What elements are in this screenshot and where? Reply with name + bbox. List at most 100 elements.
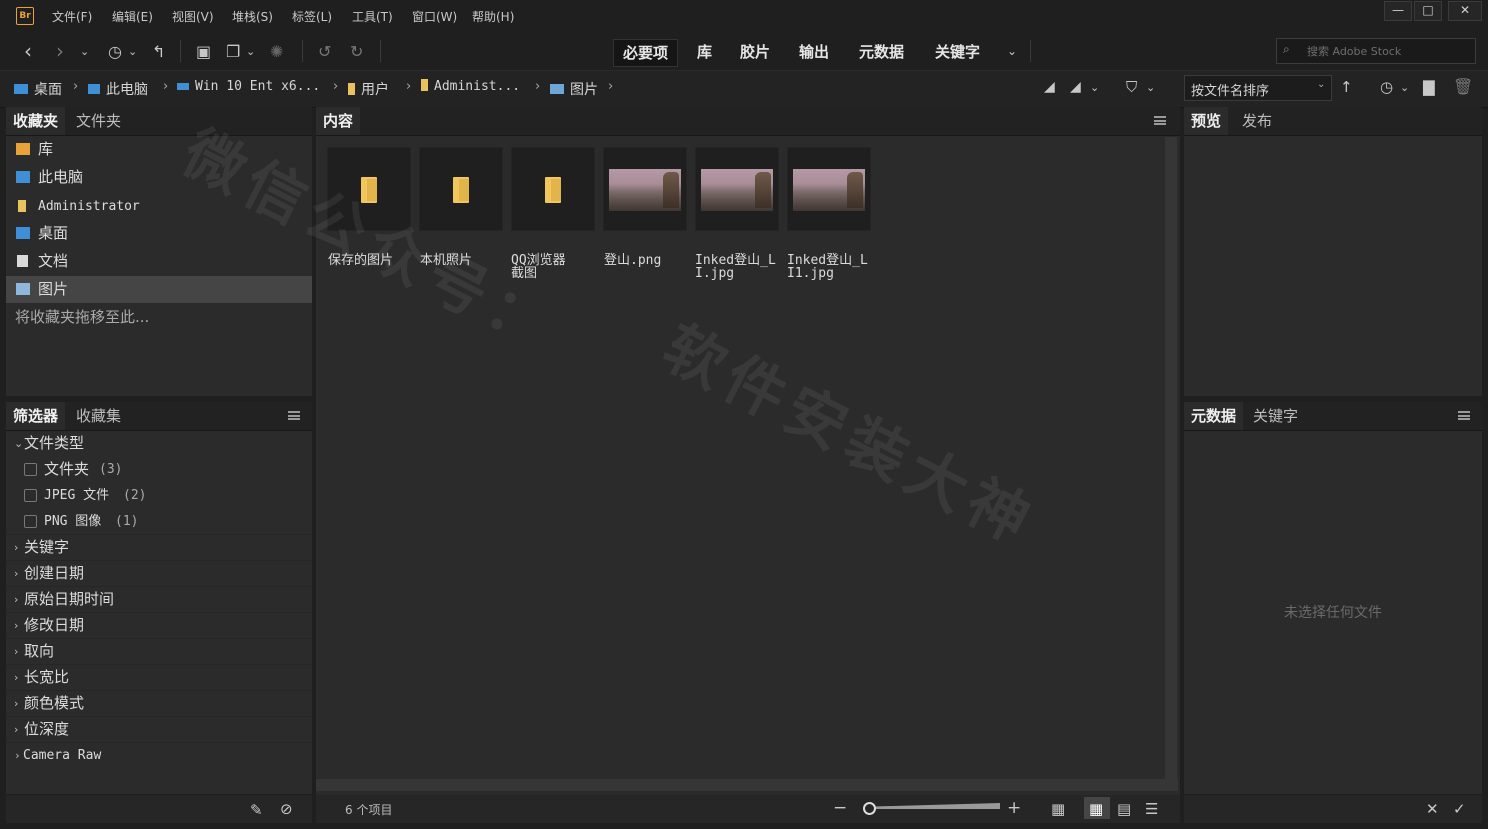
list-view-icon[interactable]: ☰	[1145, 800, 1158, 818]
rating-filter-icon[interactable]: ◢	[1070, 79, 1081, 95]
workspace-output-tab[interactable]: 输出	[790, 39, 838, 65]
tab-filter[interactable]: 筛选器	[6, 402, 66, 430]
pin-icon[interactable]: ✎	[250, 801, 263, 819]
details-view-icon[interactable]: ▤	[1117, 800, 1131, 818]
favorite-item-library[interactable]: 库	[6, 136, 312, 163]
filter-option-jpeg[interactable]: JPEG 文件 (2)	[6, 483, 312, 508]
menu-edit[interactable]: 编辑(E)	[112, 8, 153, 25]
refine-icon[interactable]: ✺	[270, 42, 283, 61]
menu-tools[interactable]: 工具(T)	[352, 8, 393, 25]
zoom-in-icon[interactable]: +	[1007, 798, 1021, 818]
workspace-metadata-tab[interactable]: 元数据	[850, 39, 913, 65]
chevron-down-icon[interactable]: ⌄	[128, 45, 137, 58]
lock-grid-icon[interactable]: ▦	[1051, 800, 1065, 818]
chevron-down-icon[interactable]: ⌄	[1146, 81, 1155, 94]
breadcrumb-arrow-icon[interactable]: ›	[406, 79, 411, 94]
favorite-item-pictures[interactable]: 图片	[6, 276, 312, 303]
favorite-item-documents[interactable]: 文档	[6, 248, 312, 275]
chevron-down-icon[interactable]: ⌄	[80, 45, 89, 58]
thumbnail-label[interactable]: 保存的图片	[328, 254, 414, 267]
tab-content[interactable]: 内容	[316, 107, 361, 135]
menu-file[interactable]: 文件(F)	[52, 8, 92, 25]
filter-category-aspect-ratio[interactable]: › 长宽比	[6, 665, 312, 691]
menu-window[interactable]: 窗口(W)	[412, 8, 457, 25]
delete-trash-icon[interactable]: 🗑	[1453, 77, 1473, 96]
panel-menu-icon[interactable]	[288, 411, 300, 420]
thumbnail-folder[interactable]	[419, 147, 503, 231]
workspace-essentials-tab[interactable]: 必要项	[613, 39, 679, 67]
chevron-down-icon[interactable]: ⌄	[1090, 81, 1099, 94]
content-hscrollbar[interactable]	[316, 779, 1178, 791]
thumbnail-folder[interactable]	[327, 147, 411, 231]
filter-category-date-modified[interactable]: › 修改日期	[6, 613, 312, 639]
sort-by-select[interactable]: 按文件名排序 ⌄	[1184, 75, 1332, 101]
maximize-icon[interactable]: □	[1414, 1, 1442, 21]
breadcrumb-arrow-icon[interactable]: ›	[73, 79, 78, 94]
open-recent-icon[interactable]: ◷	[1380, 78, 1393, 96]
breadcrumb-desktop[interactable]: 桌面	[14, 79, 62, 99]
filter-category-camera-raw[interactable]: › Camera Raw	[6, 743, 312, 768]
filter-category-bit-depth[interactable]: › 位深度	[6, 717, 312, 743]
copy-icon[interactable]: ❐	[226, 42, 240, 61]
rotate-left-icon[interactable]: ↺	[318, 42, 331, 61]
quality-icon[interactable]: ◢	[1044, 79, 1055, 95]
thumbnail-label[interactable]: QQ浏览器截图	[511, 254, 577, 280]
workspace-keywords-tab[interactable]: 关键字	[926, 39, 989, 65]
thumbnail-label[interactable]: Inked登山_LI1.jpg	[787, 254, 869, 280]
panel-menu-icon[interactable]	[1458, 411, 1470, 420]
clear-filter-icon[interactable]: ⊘	[280, 800, 293, 818]
favorite-item-this-pc[interactable]: 此电脑	[6, 164, 312, 191]
thumbnail-label[interactable]: 登山.png	[604, 254, 690, 267]
filter-category-file-type[interactable]: ⌄ 文件类型	[6, 431, 312, 456]
workspace-filmstrip-tab[interactable]: 胶片	[731, 39, 779, 65]
tab-favorites[interactable]: 收藏夹	[6, 107, 66, 135]
breadcrumb-arrow-icon[interactable]: ›	[333, 79, 338, 94]
menu-label[interactable]: 标签(L)	[292, 8, 332, 25]
breadcrumb-administrator[interactable]: Administ...	[421, 79, 520, 94]
tab-collections[interactable]: 收藏集	[69, 402, 128, 430]
menu-view[interactable]: 视图(V)	[172, 8, 214, 25]
filter-category-date-created[interactable]: › 创建日期	[6, 561, 312, 587]
breadcrumb-this-pc[interactable]: 此电脑	[88, 79, 148, 99]
checkbox[interactable]	[24, 515, 37, 528]
breadcrumb-arrow-icon[interactable]: ›	[535, 79, 540, 94]
filter-items-icon[interactable]: ⛉	[1126, 78, 1137, 96]
slider-handle[interactable]	[863, 802, 876, 815]
chevron-down-icon[interactable]: ⌄	[1400, 81, 1409, 94]
tab-preview[interactable]: 预览	[1184, 107, 1229, 135]
panel-menu-icon[interactable]	[1154, 116, 1166, 125]
filter-category-keywords[interactable]: › 关键字	[6, 535, 312, 561]
tab-metadata[interactable]: 元数据	[1184, 402, 1244, 430]
recent-history-icon[interactable]: ◷	[108, 42, 122, 61]
thumbnail-folder[interactable]	[511, 147, 595, 231]
breadcrumb-arrow-icon[interactable]: ›	[163, 79, 168, 94]
chevron-down-icon[interactable]: ⌄	[246, 45, 255, 58]
breadcrumb-drive[interactable]: Win 10 Ent x6...	[177, 79, 320, 94]
filter-option-folder[interactable]: 文件夹 (3)	[6, 457, 312, 482]
thumbnail-label[interactable]: Inked登山_LI.jpg	[695, 254, 777, 280]
cancel-icon[interactable]: ✕	[1426, 800, 1439, 818]
breadcrumb-arrow-icon[interactable]: ›	[608, 79, 613, 94]
favorite-item-administrator[interactable]: Administrator	[6, 193, 312, 220]
menu-help[interactable]: 帮助(H)	[472, 8, 514, 25]
thumbnail-label[interactable]: 本机照片	[420, 254, 506, 267]
favorite-item-desktop[interactable]: 桌面	[6, 220, 312, 247]
new-folder-icon[interactable]: ▇	[1423, 78, 1435, 96]
sort-ascending-icon[interactable]: ↑	[1340, 78, 1353, 96]
workspace-more-chevron-icon[interactable]: ⌄	[1007, 44, 1017, 58]
search-stock-input[interactable]: ⌕ 搜索 Adobe Stock	[1276, 38, 1476, 64]
apply-check-icon[interactable]: ✓	[1453, 800, 1466, 818]
checkbox[interactable]	[24, 463, 37, 476]
camera-import-icon[interactable]: ▣	[196, 42, 211, 61]
boomerang-icon[interactable]: ↰	[152, 42, 165, 61]
minimize-icon[interactable]: —	[1384, 1, 1412, 21]
filter-category-original-date[interactable]: › 原始日期时间	[6, 587, 312, 613]
thumbnail-image[interactable]	[787, 147, 871, 231]
tab-publish[interactable]: 发布	[1235, 107, 1279, 135]
forward-icon[interactable]: ›	[56, 39, 64, 63]
workspace-library-tab[interactable]: 库	[688, 39, 721, 65]
filter-category-color-mode[interactable]: › 颜色模式	[6, 691, 312, 717]
content-scrollbar[interactable]	[1165, 137, 1177, 779]
breadcrumb-pictures[interactable]: 图片	[550, 79, 598, 99]
close-icon[interactable]: ✕	[1448, 1, 1482, 21]
